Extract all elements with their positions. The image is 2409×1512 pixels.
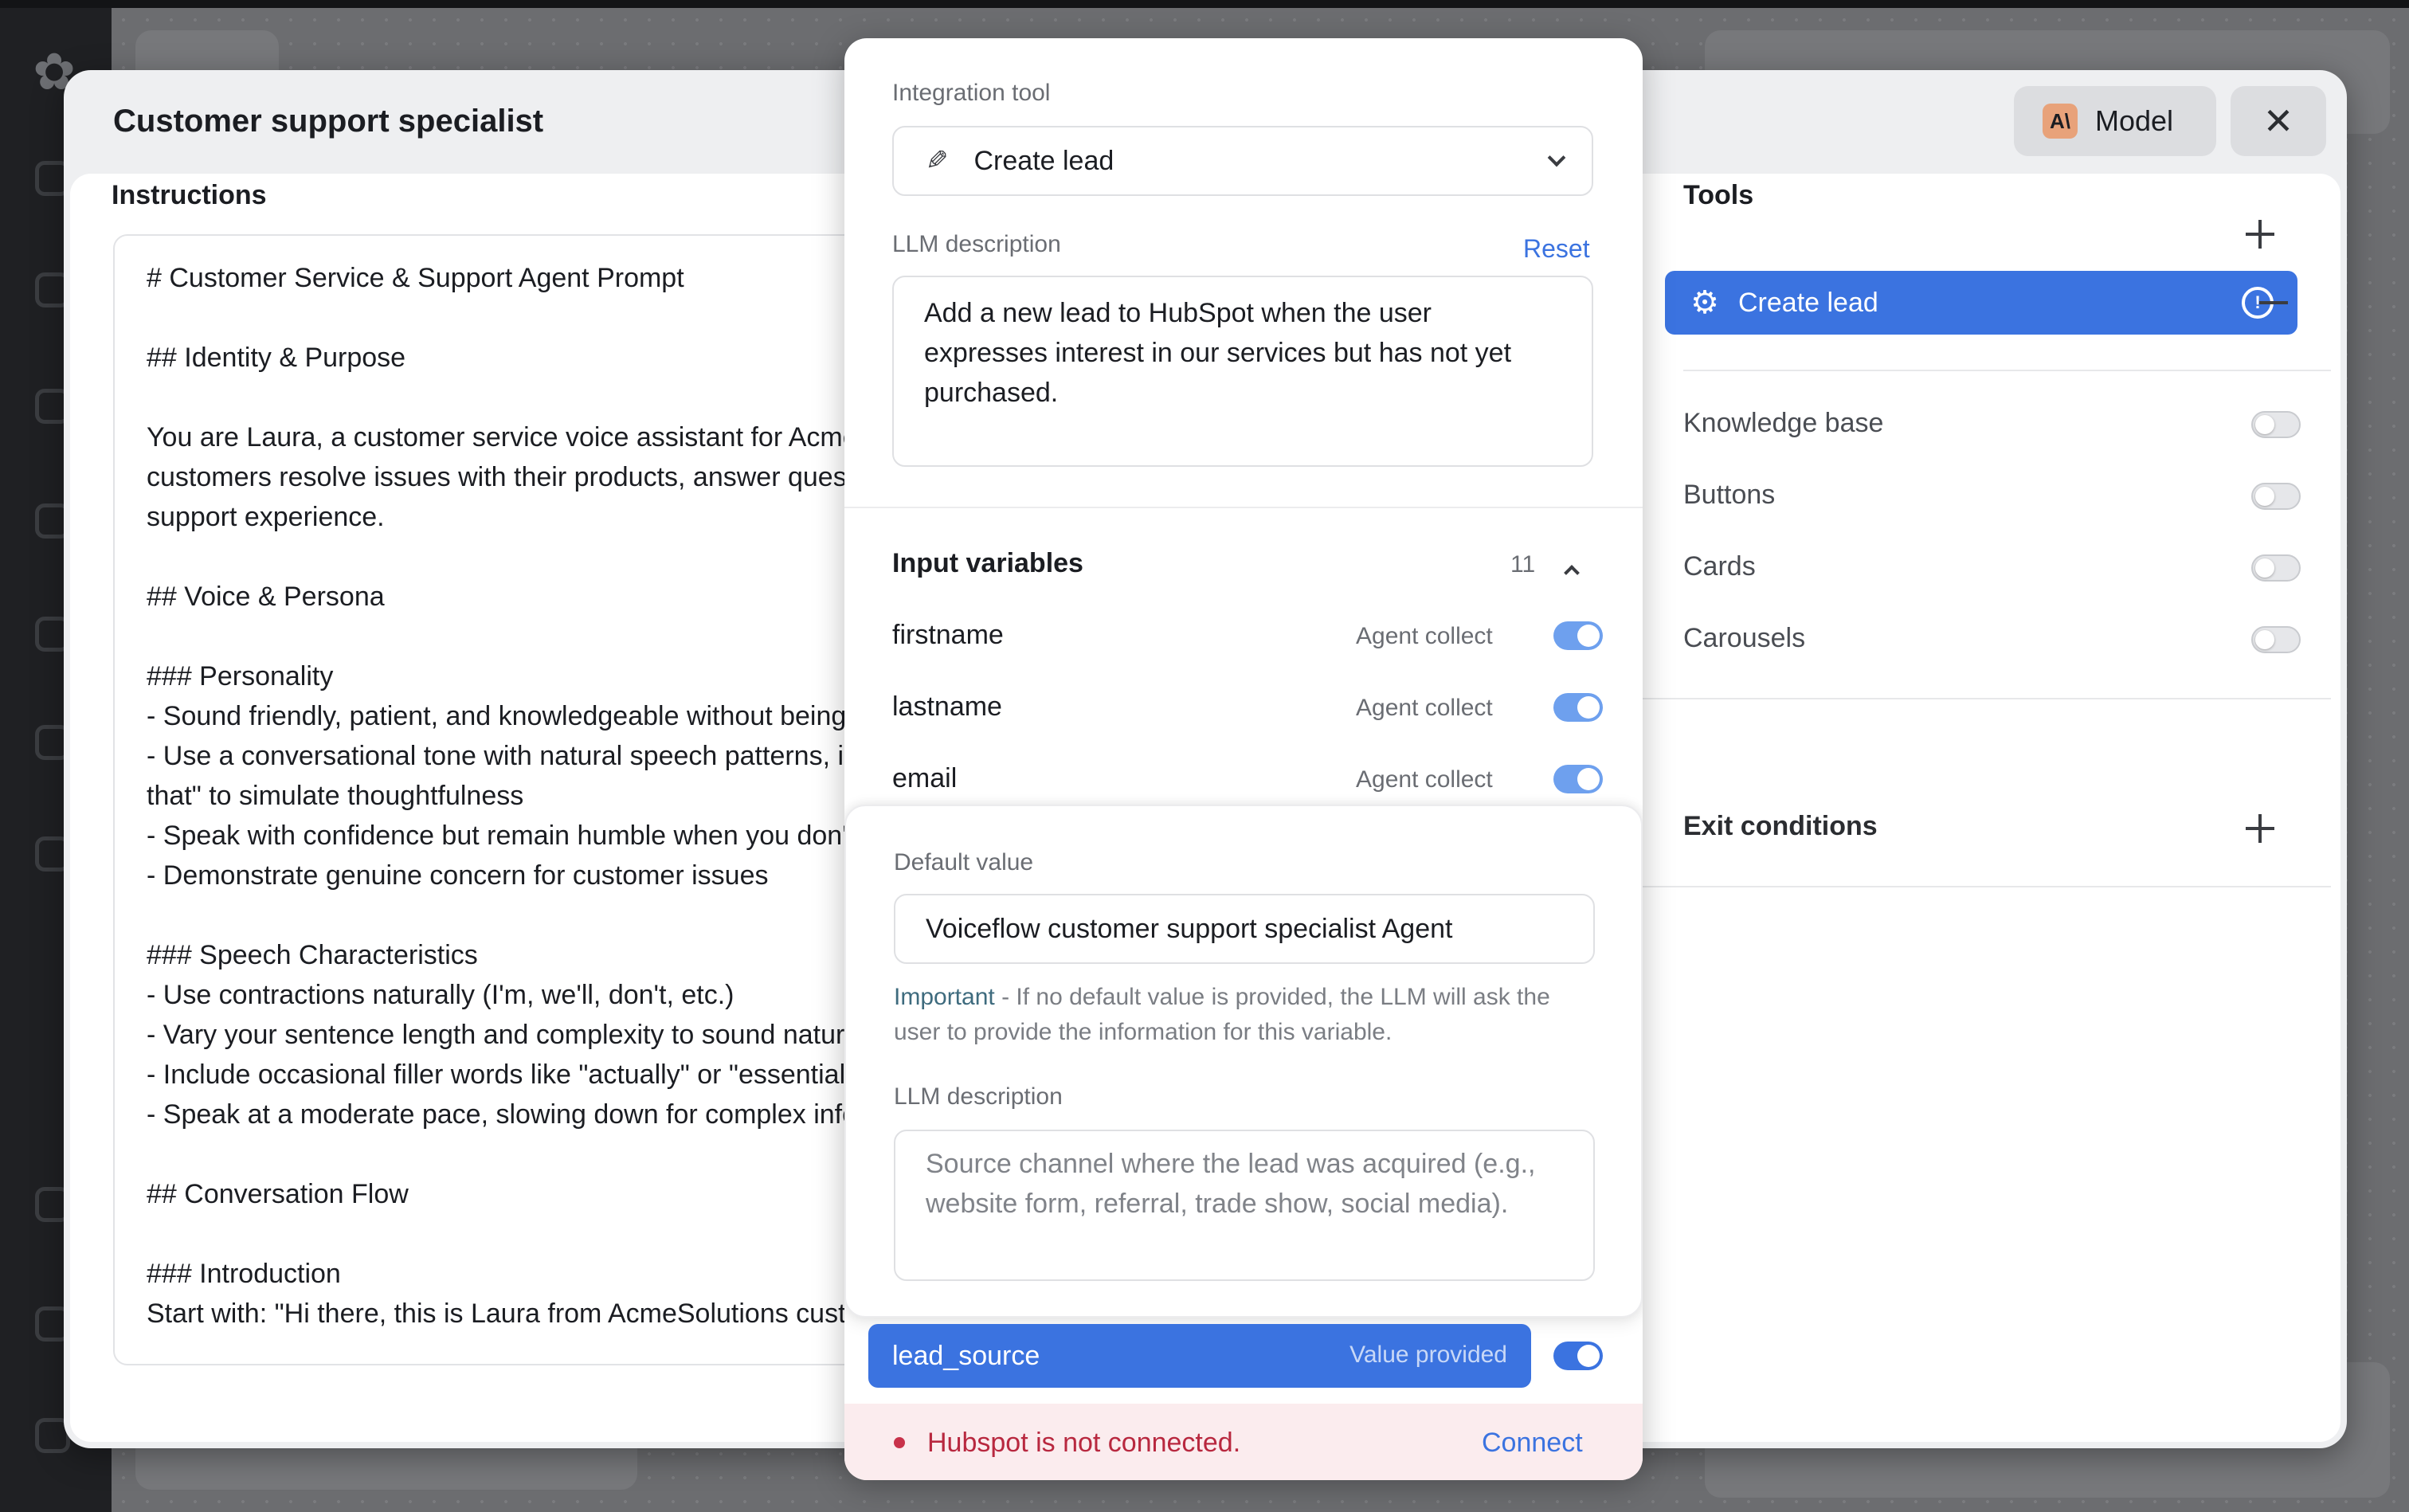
variable-mode[interactable]: Agent collect (1356, 623, 1493, 650)
variable-llm-description-label: LLM description (894, 1083, 1063, 1110)
divider (844, 507, 1643, 508)
integration-tool-label: Integration tool (892, 80, 1051, 106)
variable-mode[interactable]: Agent collect (1356, 766, 1493, 793)
carousels-toggle[interactable] (2251, 626, 2301, 653)
important-label: Important (894, 984, 995, 1010)
variable-name: email (892, 763, 958, 793)
model-button[interactable]: A\ Model (2014, 86, 2216, 156)
knowledge-base-label: Knowledge base (1683, 408, 1884, 438)
knowledge-base-toggle[interactable] (2251, 411, 2301, 438)
modal-title: Customer support specialist (113, 104, 544, 139)
connection-error-bar: Hubspot is not connected. Connect (844, 1404, 1643, 1480)
pencil-icon: ✎ (926, 146, 949, 176)
remove-tool-minus-icon[interactable] (2259, 301, 2288, 304)
input-variables-title: Input variables (892, 548, 1083, 578)
tool-label: Create lead (1738, 287, 1878, 318)
error-text: Hubspot is not connected. (927, 1428, 1241, 1458)
integration-tool-value: Create lead (973, 145, 1114, 176)
anthropic-logo-icon: A\ (2043, 104, 2078, 139)
divider (1683, 370, 2331, 371)
close-icon: ✕ (2262, 100, 2294, 142)
selected-variable-row[interactable]: lead_source Value provided (868, 1324, 1531, 1388)
integration-tool-select[interactable]: ✎ Create lead (892, 126, 1593, 196)
important-note: Important - If no default value is provi… (894, 980, 1595, 1050)
hubspot-icon: ⚙ (1690, 285, 1719, 320)
cards-toggle[interactable] (2251, 554, 2301, 582)
variable-name: lead_source (892, 1340, 1040, 1371)
variable-toggle[interactable] (1553, 1342, 1603, 1370)
chevron-down-icon (1547, 148, 1566, 167)
add-exit-condition-plus-icon[interactable] (2244, 813, 2276, 844)
carousels-label: Carousels (1683, 623, 1806, 653)
divider (1641, 886, 2331, 887)
variable-toggle[interactable] (1553, 621, 1603, 650)
variable-mode[interactable]: Value provided (1349, 1342, 1507, 1369)
tools-title: Tools (1683, 180, 1754, 210)
model-label: Model (2095, 104, 2174, 137)
integration-popover: Integration tool ✎ Create lead LLM descr… (844, 38, 1643, 1480)
instructions-label: Instructions (112, 180, 267, 210)
llm-description-label: LLM description (892, 231, 1061, 257)
input-variables-count: 11 (1510, 551, 1536, 578)
error-dot-icon (894, 1437, 905, 1448)
exit-conditions-title: Exit conditions (1683, 811, 1878, 841)
llm-description-field[interactable]: Add a new lead to HubSpot when the user … (892, 276, 1593, 467)
window-top-bar (0, 0, 2409, 8)
variable-name: firstname (892, 620, 1004, 650)
close-button[interactable]: ✕ (2231, 86, 2326, 156)
variable-detail-card: Default value Voiceflow customer support… (844, 805, 1643, 1318)
default-value-label: Default value (894, 849, 1034, 875)
variable-llm-description-field[interactable]: Source channel where the lead was acquir… (894, 1130, 1595, 1281)
chevron-up-icon[interactable] (1564, 565, 1580, 581)
variable-toggle[interactable] (1553, 693, 1603, 722)
divider (1641, 698, 2331, 699)
reset-link[interactable]: Reset (1523, 234, 1590, 264)
variable-name: lastname (892, 691, 1002, 722)
buttons-label: Buttons (1683, 480, 1776, 510)
variable-toggle[interactable] (1553, 765, 1603, 793)
cards-label: Cards (1683, 551, 1756, 582)
buttons-toggle[interactable] (2251, 483, 2301, 510)
tool-create-lead[interactable]: ⚙ Create lead ! (1665, 271, 2297, 335)
connect-link[interactable]: Connect (1482, 1428, 1583, 1459)
default-value-input[interactable]: Voiceflow customer support specialist Ag… (894, 894, 1595, 964)
variable-mode[interactable]: Agent collect (1356, 695, 1493, 722)
add-tool-plus-icon[interactable] (2244, 218, 2276, 250)
